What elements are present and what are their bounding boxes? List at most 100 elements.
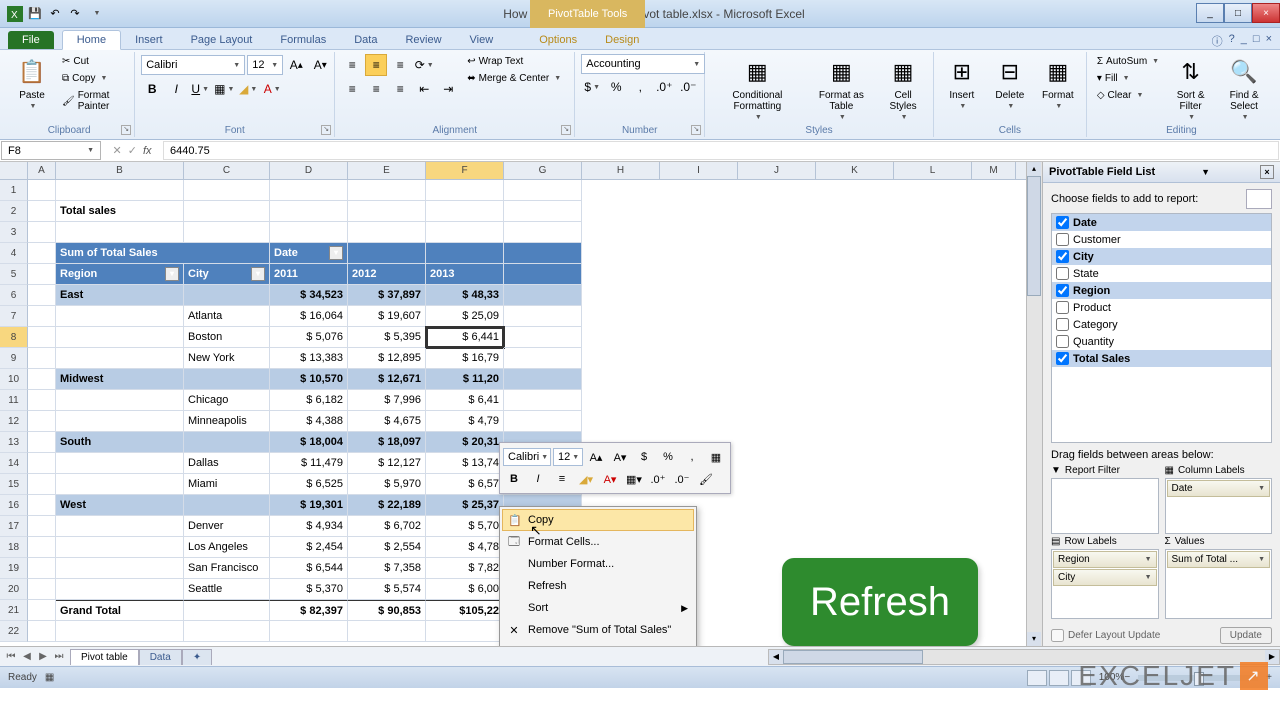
align-right-icon[interactable]: ≡ — [389, 78, 411, 100]
mini-dec-decimal-icon[interactable]: .0⁻ — [671, 469, 693, 489]
cell[interactable] — [56, 474, 184, 495]
number-format-combo[interactable]: Accounting▼ — [581, 54, 705, 74]
cell[interactable]: Boston — [184, 327, 270, 348]
insert-tab[interactable]: Insert — [121, 31, 177, 49]
area-field-item[interactable]: Date▼ — [1167, 480, 1271, 497]
cell[interactable] — [426, 621, 504, 642]
row-header[interactable]: 3 — [0, 222, 28, 243]
cell[interactable]: $ 5,574 — [348, 579, 426, 600]
cell[interactable]: Minneapolis — [184, 411, 270, 432]
mini-percent-icon[interactable]: % — [657, 447, 679, 467]
row-header[interactable]: 15 — [0, 474, 28, 495]
maximize-button[interactable]: □ — [1224, 3, 1252, 23]
italic-button[interactable]: I — [165, 78, 187, 100]
mini-font-combo[interactable]: Calibri▼ — [503, 448, 551, 466]
cell[interactable] — [56, 390, 184, 411]
cell[interactable]: $ 25,37 — [426, 495, 504, 516]
city-dropdown[interactable]: City▾ — [184, 264, 270, 285]
row-header[interactable]: 11 — [0, 390, 28, 411]
cell[interactable]: $ 4,934 — [270, 516, 348, 537]
cell[interactable] — [504, 285, 582, 306]
sheet-tab[interactable]: Data — [139, 649, 182, 665]
cell[interactable] — [184, 621, 270, 642]
options-tab[interactable]: Options — [525, 31, 591, 49]
cell[interactable]: $ 48,33 — [426, 285, 504, 306]
cell[interactable]: $ 18,097 — [348, 432, 426, 453]
cell[interactable]: Sum of Total Sales — [56, 243, 270, 264]
col-header[interactable]: H — [582, 162, 660, 179]
cell[interactable]: $ 4,675 — [348, 411, 426, 432]
cell[interactable] — [184, 495, 270, 516]
cell[interactable]: East — [56, 285, 184, 306]
cell[interactable]: West — [56, 495, 184, 516]
row-header[interactable]: 5 — [0, 264, 28, 285]
cell[interactable] — [426, 243, 504, 264]
new-sheet-icon[interactable]: ✦ — [182, 649, 212, 665]
row-header[interactable]: 2 — [0, 201, 28, 222]
increase-indent-icon[interactable]: ⇥ — [437, 78, 459, 100]
doc-restore-icon[interactable]: □ — [1253, 33, 1260, 49]
row-header[interactable]: 21 — [0, 600, 28, 621]
align-left-icon[interactable]: ≡ — [341, 78, 363, 100]
defer-layout-checkbox[interactable] — [1051, 629, 1064, 642]
report-filter-area[interactable] — [1051, 478, 1159, 534]
cell[interactable] — [28, 537, 56, 558]
cell[interactable] — [28, 558, 56, 579]
border-button[interactable]: ▦▼ — [213, 78, 235, 100]
row-header[interactable]: 22 — [0, 621, 28, 642]
row-header[interactable]: 17 — [0, 516, 28, 537]
formulas-tab[interactable]: Formulas — [266, 31, 340, 49]
minimize-ribbon-icon[interactable]: ⓘ — [1212, 33, 1223, 49]
cell[interactable] — [28, 180, 56, 201]
sort-filter-button[interactable]: ⇅Sort & Filter▼ — [1167, 54, 1214, 123]
cell[interactable] — [28, 474, 56, 495]
cell[interactable]: $ 12,671 — [348, 369, 426, 390]
cell[interactable]: $ 6,00 — [426, 579, 504, 600]
cell[interactable]: $ 6,57 — [426, 474, 504, 495]
mini-size-combo[interactable]: 12▼ — [553, 448, 583, 466]
cell[interactable] — [504, 264, 582, 285]
cell[interactable] — [56, 222, 184, 243]
field-checkbox[interactable] — [1056, 335, 1069, 348]
cell[interactable]: $ 5,395 — [348, 327, 426, 348]
field-checkbox[interactable] — [1056, 352, 1069, 365]
doc-minimize-icon[interactable]: _ — [1241, 33, 1247, 49]
col-header[interactable]: E — [348, 162, 426, 179]
field-checkbox[interactable] — [1056, 250, 1069, 263]
copy-button[interactable]: ⧉Copy▼ — [58, 71, 128, 86]
column-labels-area[interactable]: Date▼ — [1165, 478, 1273, 534]
area-field-item[interactable]: City▼ — [1053, 569, 1157, 586]
scroll-thumb[interactable] — [1027, 176, 1041, 296]
mini-center-icon[interactable]: ≡ — [551, 469, 573, 489]
field-item[interactable]: State — [1052, 265, 1271, 282]
cell[interactable]: $ 6,544 — [270, 558, 348, 579]
pane-close-icon[interactable]: × — [1260, 165, 1274, 179]
mini-border-box-icon[interactable]: ▦ — [705, 447, 727, 467]
clear-button[interactable]: ◇Clear▼ — [1093, 88, 1163, 103]
context-menu-item[interactable]: Number Format... — [502, 553, 694, 575]
cell[interactable] — [184, 369, 270, 390]
cell[interactable]: New York — [184, 348, 270, 369]
cell[interactable] — [184, 432, 270, 453]
decrease-decimal-icon[interactable]: .0⁻ — [677, 76, 699, 98]
alignment-launcher[interactable]: ↘ — [561, 125, 571, 135]
fill-color-button[interactable]: ◢▼ — [237, 78, 259, 100]
cell[interactable] — [504, 390, 582, 411]
comma-format-icon[interactable]: , — [629, 76, 651, 98]
grow-font-icon[interactable]: A▴ — [285, 54, 307, 76]
font-size-combo[interactable]: 12▼ — [247, 55, 283, 75]
cell[interactable]: $ 4,78 — [426, 537, 504, 558]
mini-italic-icon[interactable]: I — [527, 469, 549, 489]
row-header[interactable]: 12 — [0, 411, 28, 432]
cell[interactable] — [348, 243, 426, 264]
field-item[interactable]: Region — [1052, 282, 1271, 299]
align-center-icon[interactable]: ≡ — [365, 78, 387, 100]
cell[interactable]: Miami — [184, 474, 270, 495]
cell[interactable]: $ 19,301 — [270, 495, 348, 516]
align-top-icon[interactable]: ≡ — [341, 54, 363, 76]
cell[interactable] — [426, 201, 504, 222]
cell[interactable] — [504, 327, 582, 348]
row-header[interactable]: 18 — [0, 537, 28, 558]
cell[interactable]: $ 22,189 — [348, 495, 426, 516]
accounting-format-icon[interactable]: $▼ — [581, 76, 603, 98]
